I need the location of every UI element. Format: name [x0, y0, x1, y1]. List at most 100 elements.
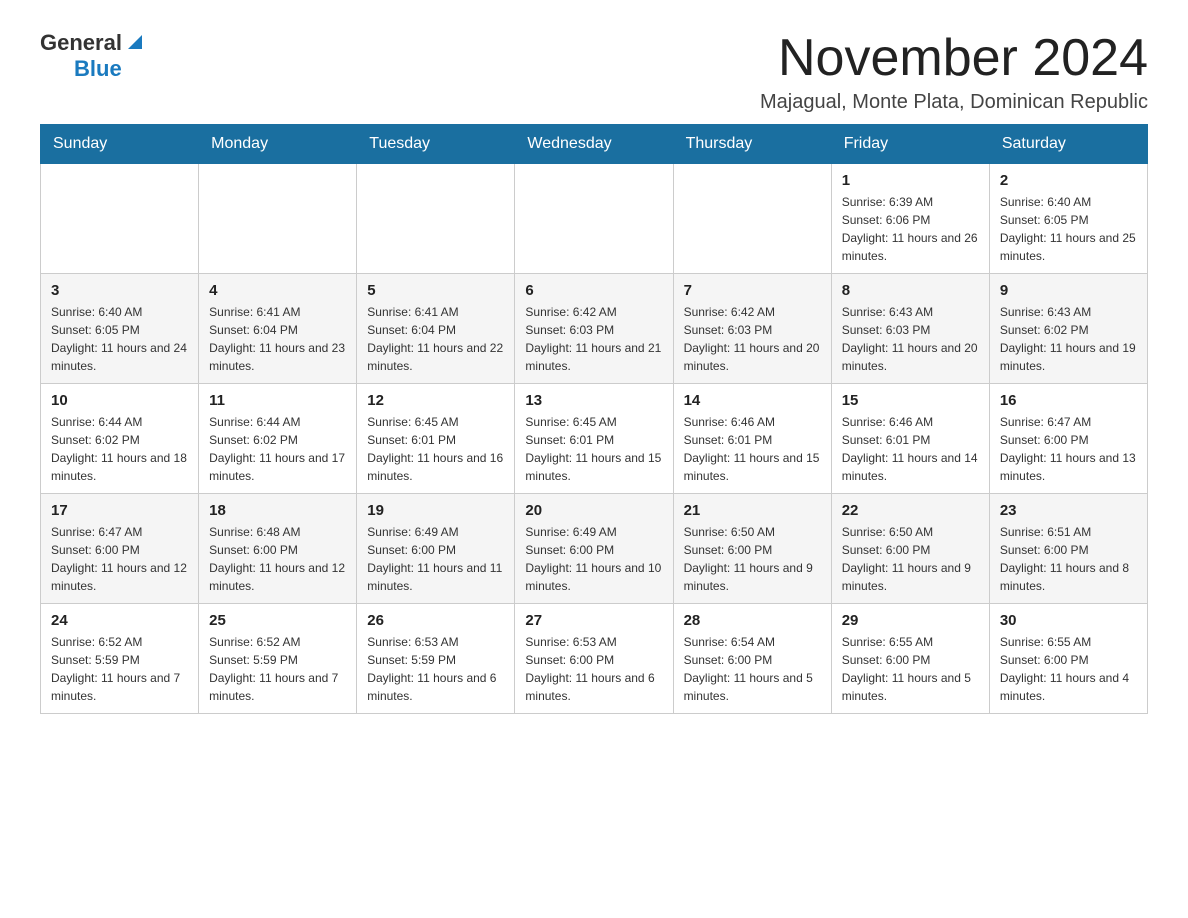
- day-cell: 14 Sunrise: 6:46 AM Sunset: 6:01 PM Dayli…: [673, 384, 831, 494]
- day-info: Sunrise: 6:49 AM Sunset: 6:00 PM Dayligh…: [525, 523, 662, 595]
- header-cell-wednesday: Wednesday: [515, 125, 673, 164]
- day-number: 9: [1000, 282, 1137, 299]
- week-row-4: 17Sunrise: 6:47 AM Sunset: 6:00 PM Dayli…: [41, 494, 1148, 604]
- day-number: 24: [51, 612, 188, 629]
- day-info: Sunrise: 6:55 AM Sunset: 6:00 PM Dayligh…: [1000, 633, 1137, 705]
- week-row-3: 10 Sunrise: 6:44 AM Sunset: 6:02 PM Dayli…: [41, 384, 1148, 494]
- day-number: 7: [684, 282, 821, 299]
- calendar-table: SundayMondayTuesdayWednesdayThursdayFrid…: [40, 124, 1148, 714]
- week-row-1: 1 Sunrise: 6:39 AM Sunset: 6:06 PM Daylig…: [41, 164, 1148, 274]
- day-cell: 25Sunrise: 6:52 AM Sunset: 5:59 PM Dayli…: [199, 604, 357, 714]
- day-info: Sunrise: 6:51 AM Sunset: 6:00 PM Dayligh…: [1000, 523, 1137, 595]
- day-number: 21: [684, 502, 821, 519]
- day-cell: 5Sunrise: 6:41 AM Sunset: 6:04 PM Daylig…: [357, 274, 515, 384]
- day-cell: 10 Sunrise: 6:44 AM Sunset: 6:02 PM Dayli…: [41, 384, 199, 494]
- day-cell: 4 Sunrise: 6:41 AM Sunset: 6:04 PM Daylig…: [199, 274, 357, 384]
- day-info: Sunrise: 6:44 AM Sunset: 6:02 PM Dayligh…: [51, 413, 188, 485]
- day-info: Sunrise: 6:54 AM Sunset: 6:00 PM Dayligh…: [684, 633, 821, 705]
- day-number: 16: [1000, 392, 1137, 409]
- header: General Blue November 2024 Majagual, Mon…: [40, 30, 1148, 114]
- logo-triangle-icon: [124, 31, 146, 53]
- day-cell: 6Sunrise: 6:42 AM Sunset: 6:03 PM Daylig…: [515, 274, 673, 384]
- day-number: 14: [684, 392, 821, 409]
- day-info: Sunrise: 6:52 AM Sunset: 5:59 PM Dayligh…: [51, 633, 188, 705]
- day-number: 25: [209, 612, 346, 629]
- day-number: 10: [51, 392, 188, 409]
- day-number: 28: [684, 612, 821, 629]
- day-info: Sunrise: 6:47 AM Sunset: 6:00 PM Dayligh…: [1000, 413, 1137, 485]
- day-number: 22: [842, 502, 979, 519]
- day-cell: 23 Sunrise: 6:51 AM Sunset: 6:00 PM Dayli…: [989, 494, 1147, 604]
- day-number: 4: [209, 282, 346, 299]
- day-info: Sunrise: 6:40 AM Sunset: 6:05 PM Dayligh…: [51, 303, 188, 375]
- day-info: Sunrise: 6:49 AM Sunset: 6:00 PM Dayligh…: [367, 523, 504, 595]
- day-cell: 7 Sunrise: 6:42 AM Sunset: 6:03 PM Daylig…: [673, 274, 831, 384]
- day-info: Sunrise: 6:39 AM Sunset: 6:06 PM Dayligh…: [842, 193, 979, 265]
- calendar-subtitle: Majagual, Monte Plata, Dominican Republi…: [760, 91, 1148, 114]
- calendar-title: November 2024: [760, 30, 1148, 87]
- day-info: Sunrise: 6:42 AM Sunset: 6:03 PM Dayligh…: [684, 303, 821, 375]
- logo-blue-text: Blue: [74, 56, 122, 82]
- day-number: 29: [842, 612, 979, 629]
- day-number: 27: [525, 612, 662, 629]
- day-info: Sunrise: 6:40 AM Sunset: 6:05 PM Dayligh…: [1000, 193, 1137, 265]
- header-cell-friday: Friday: [831, 125, 989, 164]
- day-info: Sunrise: 6:42 AM Sunset: 6:03 PM Dayligh…: [525, 303, 662, 375]
- day-cell: 19 Sunrise: 6:49 AM Sunset: 6:00 PM Dayli…: [357, 494, 515, 604]
- day-cell: 18 Sunrise: 6:48 AM Sunset: 6:00 PM Dayli…: [199, 494, 357, 604]
- day-number: 17: [51, 502, 188, 519]
- day-cell: 3 Sunrise: 6:40 AM Sunset: 6:05 PM Daylig…: [41, 274, 199, 384]
- day-number: 18: [209, 502, 346, 519]
- day-info: Sunrise: 6:44 AM Sunset: 6:02 PM Dayligh…: [209, 413, 346, 485]
- day-cell: [357, 164, 515, 274]
- day-number: 8: [842, 282, 979, 299]
- week-row-5: 24 Sunrise: 6:52 AM Sunset: 5:59 PM Dayli…: [41, 604, 1148, 714]
- day-cell: 16 Sunrise: 6:47 AM Sunset: 6:00 PM Dayli…: [989, 384, 1147, 494]
- day-info: Sunrise: 6:41 AM Sunset: 6:04 PM Dayligh…: [209, 303, 346, 375]
- logo-general-text: General: [40, 30, 122, 56]
- day-number: 5: [367, 282, 504, 299]
- day-cell: 27 Sunrise: 6:53 AM Sunset: 6:00 PM Dayli…: [515, 604, 673, 714]
- header-row: SundayMondayTuesdayWednesdayThursdayFrid…: [41, 125, 1148, 164]
- header-cell-saturday: Saturday: [989, 125, 1147, 164]
- day-number: 1: [842, 172, 979, 189]
- day-cell: 8 Sunrise: 6:43 AM Sunset: 6:03 PM Daylig…: [831, 274, 989, 384]
- day-cell: 21Sunrise: 6:50 AM Sunset: 6:00 PM Dayli…: [673, 494, 831, 604]
- day-info: Sunrise: 6:43 AM Sunset: 6:03 PM Dayligh…: [842, 303, 979, 375]
- day-info: Sunrise: 6:53 AM Sunset: 6:00 PM Dayligh…: [525, 633, 662, 705]
- day-cell: 9Sunrise: 6:43 AM Sunset: 6:02 PM Daylig…: [989, 274, 1147, 384]
- day-cell: 1 Sunrise: 6:39 AM Sunset: 6:06 PM Daylig…: [831, 164, 989, 274]
- day-cell: 24 Sunrise: 6:52 AM Sunset: 5:59 PM Dayli…: [41, 604, 199, 714]
- day-number: 15: [842, 392, 979, 409]
- day-cell: [199, 164, 357, 274]
- header-cell-thursday: Thursday: [673, 125, 831, 164]
- day-info: Sunrise: 6:46 AM Sunset: 6:01 PM Dayligh…: [684, 413, 821, 485]
- logo: General Blue: [40, 30, 146, 82]
- day-info: Sunrise: 6:48 AM Sunset: 6:00 PM Dayligh…: [209, 523, 346, 595]
- calendar-header: SundayMondayTuesdayWednesdayThursdayFrid…: [41, 125, 1148, 164]
- week-row-2: 3 Sunrise: 6:40 AM Sunset: 6:05 PM Daylig…: [41, 274, 1148, 384]
- day-cell: [41, 164, 199, 274]
- day-cell: 22Sunrise: 6:50 AM Sunset: 6:00 PM Dayli…: [831, 494, 989, 604]
- header-cell-tuesday: Tuesday: [357, 125, 515, 164]
- day-cell: 20Sunrise: 6:49 AM Sunset: 6:00 PM Dayli…: [515, 494, 673, 604]
- day-number: 11: [209, 392, 346, 409]
- day-cell: 2 Sunrise: 6:40 AM Sunset: 6:05 PM Daylig…: [989, 164, 1147, 274]
- day-number: 12: [367, 392, 504, 409]
- day-cell: 30 Sunrise: 6:55 AM Sunset: 6:00 PM Dayli…: [989, 604, 1147, 714]
- day-info: Sunrise: 6:46 AM Sunset: 6:01 PM Dayligh…: [842, 413, 979, 485]
- day-number: 30: [1000, 612, 1137, 629]
- day-number: 19: [367, 502, 504, 519]
- day-cell: 17Sunrise: 6:47 AM Sunset: 6:00 PM Dayli…: [41, 494, 199, 604]
- day-number: 23: [1000, 502, 1137, 519]
- day-number: 3: [51, 282, 188, 299]
- day-cell: 12 Sunrise: 6:45 AM Sunset: 6:01 PM Dayli…: [357, 384, 515, 494]
- day-number: 2: [1000, 172, 1137, 189]
- day-cell: 28 Sunrise: 6:54 AM Sunset: 6:00 PM Dayli…: [673, 604, 831, 714]
- day-info: Sunrise: 6:45 AM Sunset: 6:01 PM Dayligh…: [367, 413, 504, 485]
- header-cell-monday: Monday: [199, 125, 357, 164]
- day-info: Sunrise: 6:55 AM Sunset: 6:00 PM Dayligh…: [842, 633, 979, 705]
- day-info: Sunrise: 6:45 AM Sunset: 6:01 PM Dayligh…: [525, 413, 662, 485]
- day-cell: [515, 164, 673, 274]
- day-cell: 13Sunrise: 6:45 AM Sunset: 6:01 PM Dayli…: [515, 384, 673, 494]
